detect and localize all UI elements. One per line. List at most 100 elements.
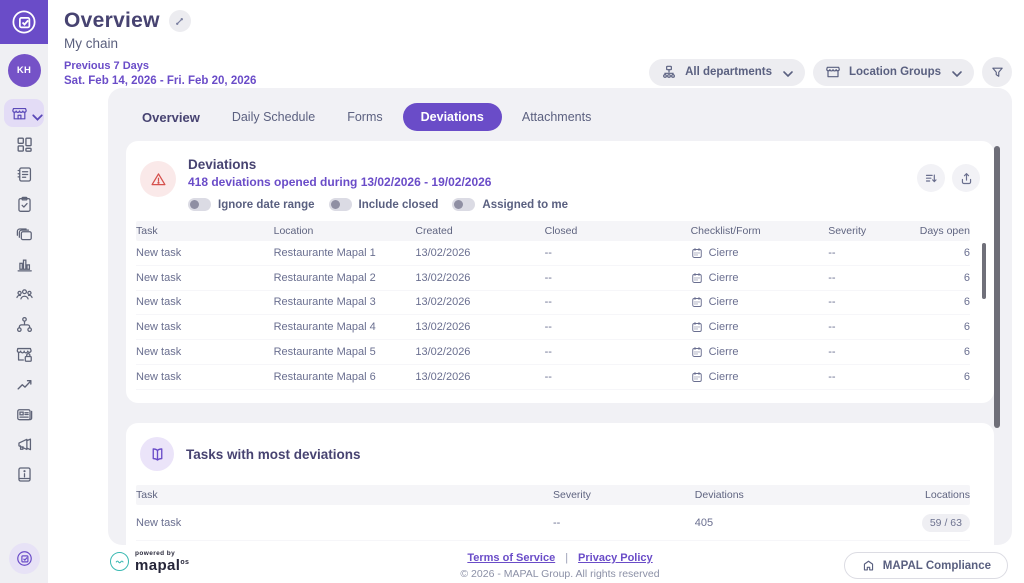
sidebar-item-locations[interactable] — [4, 99, 44, 127]
cell-location: Restaurante Mapal 1 — [274, 247, 416, 259]
chevron-down-icon — [780, 66, 793, 79]
cell-closed: -- — [545, 371, 691, 383]
col-severity: Severity — [828, 225, 911, 237]
diagonal-arrow-icon — [174, 16, 185, 27]
sidebar-item-trends[interactable] — [4, 369, 44, 399]
table-row[interactable]: New task -- 405 59 / 63 — [136, 505, 970, 541]
tab-daily-schedule[interactable]: Daily Schedule — [220, 104, 327, 130]
app-logo[interactable] — [0, 0, 48, 44]
checklist-name: Cierre — [709, 371, 739, 383]
cell-closed: -- — [545, 321, 691, 333]
departments-dropdown[interactable]: All departments — [649, 59, 805, 86]
terms-of-service-link[interactable]: Terms of Service — [467, 552, 555, 564]
table-row[interactable]: New task Restaurante Mapal 6 13/02/2026 … — [136, 365, 970, 390]
chevron-down-icon — [29, 109, 38, 118]
export-button[interactable] — [952, 164, 980, 192]
sidebar-item-news[interactable] — [4, 399, 44, 429]
sidebar-item-reports[interactable] — [4, 249, 44, 279]
toggle-ignore-date-range[interactable]: Ignore date range — [188, 198, 315, 211]
sidebar-item-guide[interactable] — [4, 459, 44, 489]
sidebar-item-team[interactable] — [4, 279, 44, 309]
tasks-table-header: Task Severity Deviations Locations — [136, 485, 970, 505]
sidebar-item-org-structure[interactable] — [4, 309, 44, 339]
cell-task: New task — [136, 517, 553, 529]
sidebar-nav — [4, 99, 44, 489]
cell-checklist: Cierre — [691, 247, 829, 259]
cell-task: New task — [136, 272, 274, 284]
table-row[interactable]: New task Restaurante Mapal 1 13/02/2026 … — [136, 241, 970, 266]
cell-created: 13/02/2026 — [415, 247, 544, 259]
sidebar-item-announcements[interactable] — [4, 429, 44, 459]
content-panel: Overview Daily Schedule Forms Deviations… — [108, 88, 1012, 545]
cell-checklist: Cierre — [691, 346, 829, 358]
cell-created: 13/02/2026 — [415, 272, 544, 284]
cell-task: New task — [136, 346, 274, 358]
toggle-include-closed[interactable]: Include closed — [329, 198, 439, 211]
link-separator: | — [565, 552, 568, 564]
tab-attachments[interactable]: Attachments — [510, 104, 603, 130]
table-scrollbar[interactable] — [982, 243, 986, 299]
sidebar-item-location-security[interactable] — [4, 339, 44, 369]
check-square-icon — [15, 549, 34, 568]
chevron-down-icon — [949, 66, 962, 79]
tab-overview[interactable]: Overview — [130, 104, 212, 131]
sidebar-item-dashboard[interactable] — [4, 129, 44, 159]
footer: powered by mapalos Terms of Service|Priv… — [96, 545, 1024, 583]
toggle-assigned-to-me[interactable]: Assigned to me — [452, 198, 568, 211]
sidebar-item-tasks[interactable] — [4, 189, 44, 219]
cell-checklist: Cierre — [691, 371, 829, 383]
sidebar-item-templates[interactable] — [4, 219, 44, 249]
privacy-policy-link[interactable]: Privacy Policy — [578, 552, 653, 564]
table-row[interactable]: New task Restaurante Mapal 3 13/02/2026 … — [136, 291, 970, 316]
sidebar-item-journal[interactable] — [4, 159, 44, 189]
calendar-icon — [691, 321, 703, 333]
toggle-track — [452, 198, 475, 211]
tab-forms[interactable]: Forms — [335, 104, 394, 130]
checklist-name: Cierre — [709, 296, 739, 308]
trend-icon — [15, 375, 34, 394]
expand-button[interactable] — [169, 10, 191, 32]
table-row[interactable]: New task Restaurante Mapal 4 13/02/2026 … — [136, 315, 970, 340]
calendar-icon — [691, 296, 703, 308]
cell-days-open: 6 — [912, 272, 970, 284]
deviations-title: Deviations — [188, 154, 568, 172]
mapal-compliance-label: MAPAL Compliance — [883, 560, 991, 572]
mapal-compliance-button[interactable]: MAPAL Compliance — [844, 552, 1008, 579]
cell-created: 13/02/2026 — [415, 296, 544, 308]
cell-task: New task — [136, 296, 274, 308]
cell-created: 13/02/2026 — [415, 371, 544, 383]
tasks-card-header: Tasks with most deviations — [126, 423, 994, 471]
sort-icon — [924, 171, 939, 186]
panel-scrollbar[interactable] — [994, 146, 1000, 428]
deviations-card-actions — [917, 154, 980, 211]
deviations-table-header: Task Location Created Closed Checklist/F… — [136, 221, 970, 241]
cell-location: Restaurante Mapal 4 — [274, 321, 416, 333]
clipboard-check-icon — [15, 195, 34, 214]
table-row[interactable]: New task Restaurante Mapal 2 13/02/2026 … — [136, 266, 970, 291]
store-lock-icon — [15, 345, 34, 364]
open-book-icon — [149, 446, 166, 463]
location-groups-dropdown[interactable]: Location Groups — [813, 59, 974, 86]
cell-deviations: 405 — [695, 517, 845, 529]
compliance-mini-logo[interactable] — [9, 543, 40, 574]
info-book-icon — [15, 465, 34, 484]
avatar[interactable]: KH — [8, 54, 41, 87]
col-created: Created — [415, 225, 544, 237]
people-icon — [15, 285, 34, 304]
location-groups-dropdown-label: Location Groups — [849, 66, 941, 78]
tasks-table: Task Severity Deviations Locations New t… — [136, 485, 970, 545]
col-deviations: Deviations — [695, 489, 845, 501]
tab-deviations[interactable]: Deviations — [403, 103, 502, 131]
store-icon — [825, 64, 841, 80]
cell-checklist: Cierre — [691, 296, 829, 308]
deviations-subtitle: 418 deviations opened during 13/02/2026 … — [188, 175, 568, 189]
checklist-name: Cierre — [709, 321, 739, 333]
hierarchy-icon — [15, 315, 34, 334]
sort-button[interactable] — [917, 164, 945, 192]
check-square-logo-icon — [9, 7, 39, 37]
cell-severity: -- — [828, 296, 911, 308]
filter-button[interactable] — [982, 57, 1012, 87]
table-row[interactable]: New task Restaurante Mapal 5 13/02/2026 … — [136, 340, 970, 365]
cell-locations: 59 / 63 — [845, 514, 970, 532]
toggle-label: Assigned to me — [482, 199, 568, 211]
